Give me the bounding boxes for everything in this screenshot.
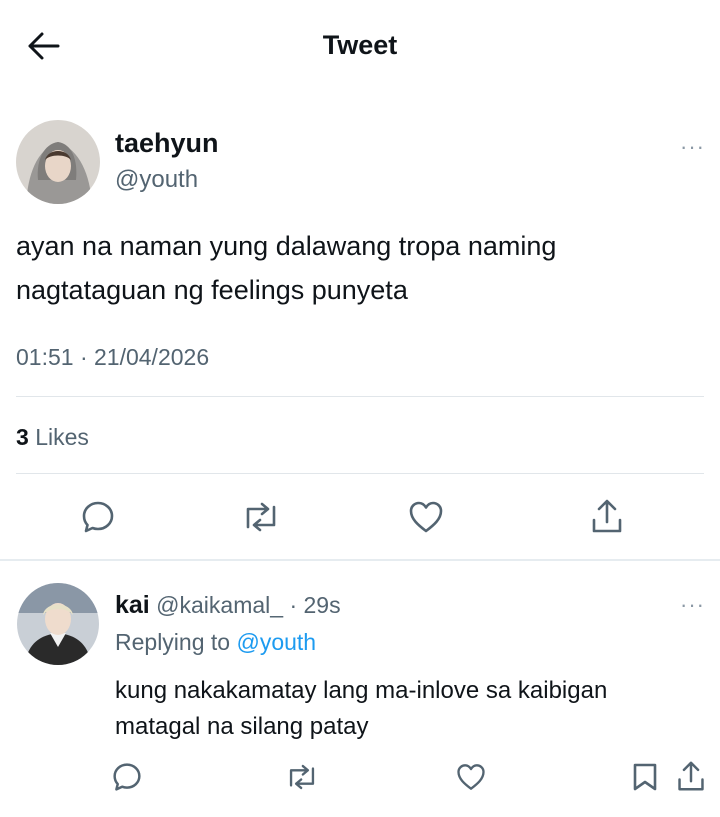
share-icon[interactable] (590, 498, 624, 534)
reply-share-icon[interactable] (676, 760, 706, 792)
more-options-icon[interactable]: ··· (680, 134, 705, 160)
divider (16, 396, 704, 397)
reply-author-handle[interactable]: @kaikamal_ (156, 592, 283, 618)
reply-icon[interactable] (81, 500, 115, 534)
page-title: Tweet (322, 30, 398, 60)
reply-avatar[interactable] (17, 583, 99, 665)
likes-count[interactable]: 3 Likes (16, 424, 89, 451)
section-divider (0, 559, 720, 561)
reply-age: · 29s (289, 592, 341, 618)
author-handle[interactable]: @youth (115, 166, 198, 194)
reply-header: kai @kaikamal_ · 29s (115, 591, 341, 620)
reply-like-icon[interactable] (456, 762, 486, 792)
replying-to-link[interactable]: @youth (236, 629, 316, 655)
tweet-timestamp: 01:51 · 21/04/2026 (16, 344, 210, 370)
divider (16, 473, 704, 474)
like-icon[interactable] (408, 500, 444, 534)
replying-to: Replying to @youth (115, 629, 317, 655)
reply-reply-icon[interactable] (112, 762, 142, 792)
reply-retweet-icon[interactable] (286, 762, 318, 792)
author-name[interactable]: taehyun (115, 128, 219, 159)
avatar[interactable] (16, 120, 100, 204)
bookmark-icon[interactable] (632, 762, 658, 792)
reply-more-options-icon[interactable]: ··· (680, 592, 705, 618)
retweet-icon[interactable] (242, 500, 280, 534)
reply-author-name[interactable]: kai (115, 591, 150, 619)
reply-text: kung nakakamatay lang ma-inlove sa kaibi… (115, 677, 608, 740)
tweet-text: ayan na naman yung dalawang tropa naming… (16, 231, 557, 305)
